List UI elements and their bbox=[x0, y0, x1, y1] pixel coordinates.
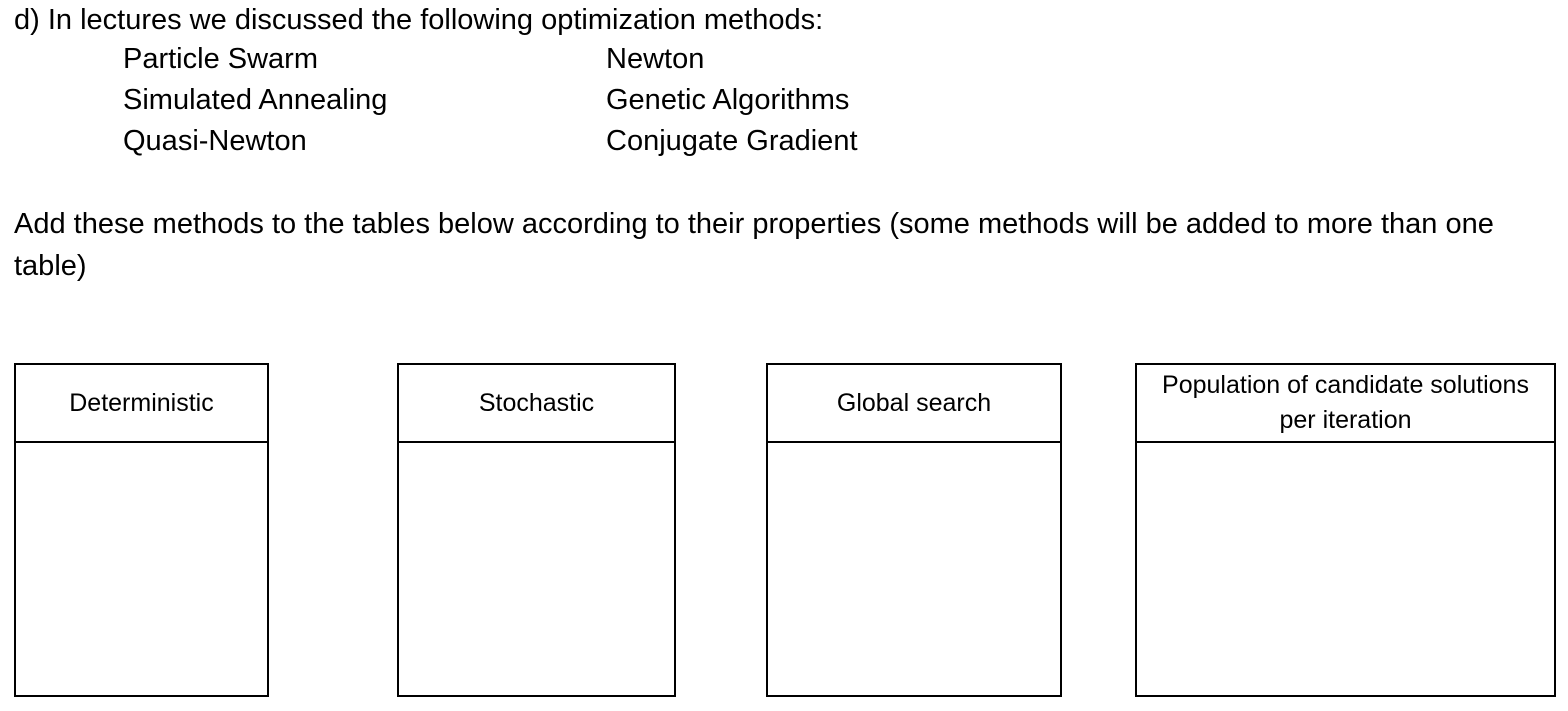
table-body-global-search[interactable] bbox=[768, 443, 1060, 695]
method-conjugate-gradient: Conjugate Gradient bbox=[606, 125, 858, 157]
table-body-population[interactable] bbox=[1137, 443, 1554, 695]
table-header-deterministic: Deterministic bbox=[16, 365, 267, 443]
method-particle-swarm: Particle Swarm bbox=[123, 43, 318, 75]
question-text: d) In lectures we discussed the followin… bbox=[14, 4, 824, 36]
method-genetic-algorithms: Genetic Algorithms bbox=[606, 84, 850, 116]
method-quasi-newton: Quasi-Newton bbox=[123, 125, 307, 157]
table-header-global-search: Global search bbox=[768, 365, 1060, 443]
table-header-population: Population of candidate solutions per it… bbox=[1137, 365, 1554, 443]
table-global-search: Global search bbox=[766, 363, 1062, 697]
table-stochastic: Stochastic bbox=[397, 363, 676, 697]
table-deterministic: Deterministic bbox=[14, 363, 269, 697]
table-population: Population of candidate solutions per it… bbox=[1135, 363, 1556, 697]
table-body-stochastic[interactable] bbox=[399, 443, 674, 695]
instruction-text: Add these methods to the tables below ac… bbox=[14, 208, 1494, 282]
method-simulated-annealing: Simulated Annealing bbox=[123, 84, 388, 116]
method-newton: Newton bbox=[606, 43, 705, 75]
table-body-deterministic[interactable] bbox=[16, 443, 267, 695]
table-header-stochastic: Stochastic bbox=[399, 365, 674, 443]
